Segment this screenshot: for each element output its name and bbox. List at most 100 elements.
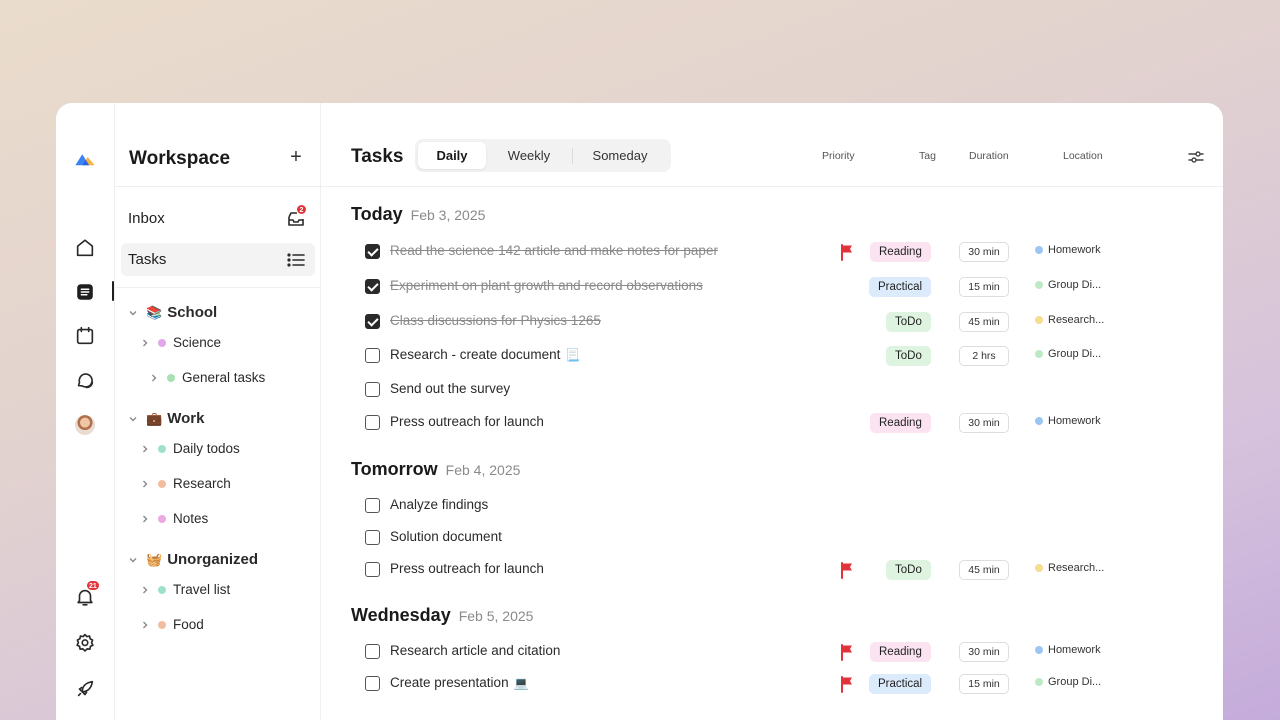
calendar-icon[interactable] (71, 322, 99, 350)
project-science[interactable]: Science (139, 335, 221, 350)
duration-badge[interactable]: 15 min (959, 674, 1009, 694)
add-workspace-item-button[interactable]: + (285, 146, 307, 168)
task-title-text: Research - create document (390, 347, 561, 362)
priority-flag-icon[interactable] (839, 561, 855, 579)
task-row[interactable]: Experiment on plant growth and record ob… (365, 276, 1125, 298)
tag-badge[interactable]: Practical (869, 674, 932, 694)
task-checkbox[interactable] (365, 530, 380, 545)
logo-icon[interactable] (71, 145, 99, 173)
task-title[interactable]: Solution document (390, 529, 502, 544)
tag-badge[interactable]: ToDo (886, 312, 931, 332)
sidebar-item-tasks[interactable]: Tasks (121, 243, 315, 276)
page-title: Tasks (351, 146, 404, 167)
location-label[interactable]: Research... (1035, 562, 1104, 574)
task-title[interactable]: Class discussions for Physics 1265 (390, 313, 601, 328)
task-title[interactable]: Create presentation 💻 (390, 675, 529, 690)
location-label[interactable]: Group Di... (1035, 279, 1101, 291)
column-location[interactable]: Location (1063, 150, 1103, 162)
project-color-dot (158, 585, 166, 594)
task-checkbox[interactable] (365, 498, 380, 513)
task-title[interactable]: Research - create document 📃 (390, 347, 580, 362)
tag-badge[interactable]: Reading (870, 413, 931, 433)
tab-weekly[interactable]: Weekly (486, 142, 572, 169)
priority-flag-icon[interactable] (839, 675, 855, 693)
location-text: Homework (1048, 644, 1101, 656)
column-priority[interactable]: Priority (822, 150, 855, 162)
task-row[interactable]: Analyze findings (365, 495, 1125, 517)
tag-badge[interactable]: ToDo (886, 346, 931, 366)
tab-someday[interactable]: Someday (573, 142, 667, 169)
chevron-right-icon (139, 337, 151, 349)
bell-icon[interactable]: 21 (71, 580, 100, 611)
tag-badge[interactable]: ToDo (886, 560, 931, 580)
tasks-icon[interactable] (71, 278, 99, 306)
task-checkbox[interactable] (365, 314, 380, 329)
task-checkbox[interactable] (365, 348, 380, 363)
duration-badge[interactable]: 2 hrs (959, 346, 1009, 366)
tab-daily[interactable]: Daily (418, 142, 486, 169)
column-tag[interactable]: Tag (919, 150, 936, 162)
project-travel-list[interactable]: Travel list (139, 582, 230, 597)
settings-icon[interactable] (71, 629, 99, 657)
task-checkbox[interactable] (365, 382, 380, 397)
project-food[interactable]: Food (139, 617, 204, 632)
task-checkbox[interactable] (365, 279, 380, 294)
filter-icon[interactable] (1187, 148, 1205, 166)
tag-badge[interactable]: Reading (870, 242, 931, 262)
task-checkbox[interactable] (365, 676, 380, 691)
task-row[interactable]: Research article and citation Reading 30 m… (365, 641, 1125, 663)
duration-badge[interactable]: 45 min (959, 560, 1009, 580)
task-checkbox[interactable] (365, 244, 380, 259)
task-title[interactable]: Press outreach for launch (390, 561, 544, 576)
tag-badge[interactable]: Practical (869, 277, 932, 297)
priority-flag-icon[interactable] (839, 643, 855, 661)
location-label[interactable]: Homework (1035, 644, 1101, 656)
task-title[interactable]: Send out the survey (390, 381, 510, 396)
home-icon[interactable] (71, 234, 99, 262)
task-row[interactable]: Class discussions for Physics 1265 ToDo 45… (365, 311, 1125, 333)
project-notes[interactable]: Notes (139, 511, 208, 526)
column-duration[interactable]: Duration (969, 150, 1009, 162)
project-general-tasks[interactable]: General tasks (148, 370, 265, 385)
location-label[interactable]: Group Di... (1035, 676, 1101, 688)
duration-badge[interactable]: 15 min (959, 277, 1009, 297)
task-row[interactable]: Research - create document 📃 ToDo 2 hrs Grou… (365, 345, 1125, 367)
task-checkbox[interactable] (365, 415, 380, 430)
project-color-dot (167, 373, 175, 382)
duration-badge[interactable]: 30 min (959, 413, 1009, 433)
task-row[interactable]: Solution document (365, 527, 1125, 549)
task-title[interactable]: Press outreach for launch (390, 414, 544, 429)
task-row[interactable]: Create presentation 💻 Practical 15 min Group… (365, 673, 1125, 695)
task-row[interactable]: Press outreach for launch ToDo 45 min Resea… (365, 559, 1125, 581)
task-title[interactable]: Experiment on plant growth and record ob… (390, 278, 703, 293)
location-label[interactable]: Research... (1035, 314, 1104, 326)
chevron-right-icon (139, 478, 151, 490)
chevron-right-icon (139, 619, 151, 631)
task-row[interactable]: Press outreach for launch Reading 30 min Ho… (365, 412, 1125, 434)
project-daily-todos[interactable]: Daily todos (139, 441, 240, 456)
rocket-icon[interactable] (71, 675, 99, 703)
duration-badge[interactable]: 45 min (959, 312, 1009, 332)
task-row[interactable]: Read the science 142 article and make no… (365, 241, 1125, 263)
group-work[interactable]: 💼 Work (127, 410, 204, 427)
location-label[interactable]: Homework (1035, 415, 1101, 427)
location-label[interactable]: Homework (1035, 244, 1101, 256)
task-checkbox[interactable] (365, 644, 380, 659)
task-title[interactable]: Research article and citation (390, 643, 560, 658)
tag-badge[interactable]: Reading (870, 642, 931, 662)
avatar[interactable] (71, 411, 99, 439)
task-title[interactable]: Analyze findings (390, 497, 488, 512)
group-school[interactable]: 📚 School (127, 304, 217, 321)
sidebar-item-inbox[interactable]: Inbox 2 (121, 202, 315, 235)
section-title: Tomorrow (351, 459, 438, 479)
priority-flag-icon[interactable] (839, 243, 855, 261)
group-unorganized[interactable]: 🧺 Unorganized (127, 551, 258, 568)
task-checkbox[interactable] (365, 562, 380, 577)
duration-badge[interactable]: 30 min (959, 242, 1009, 262)
task-title[interactable]: Read the science 142 article and make no… (390, 243, 718, 258)
location-label[interactable]: Group Di... (1035, 348, 1101, 360)
chat-icon[interactable] (71, 366, 99, 394)
project-research[interactable]: Research (139, 476, 231, 491)
duration-badge[interactable]: 30 min (959, 642, 1009, 662)
task-row[interactable]: Send out the survey (365, 379, 1125, 401)
